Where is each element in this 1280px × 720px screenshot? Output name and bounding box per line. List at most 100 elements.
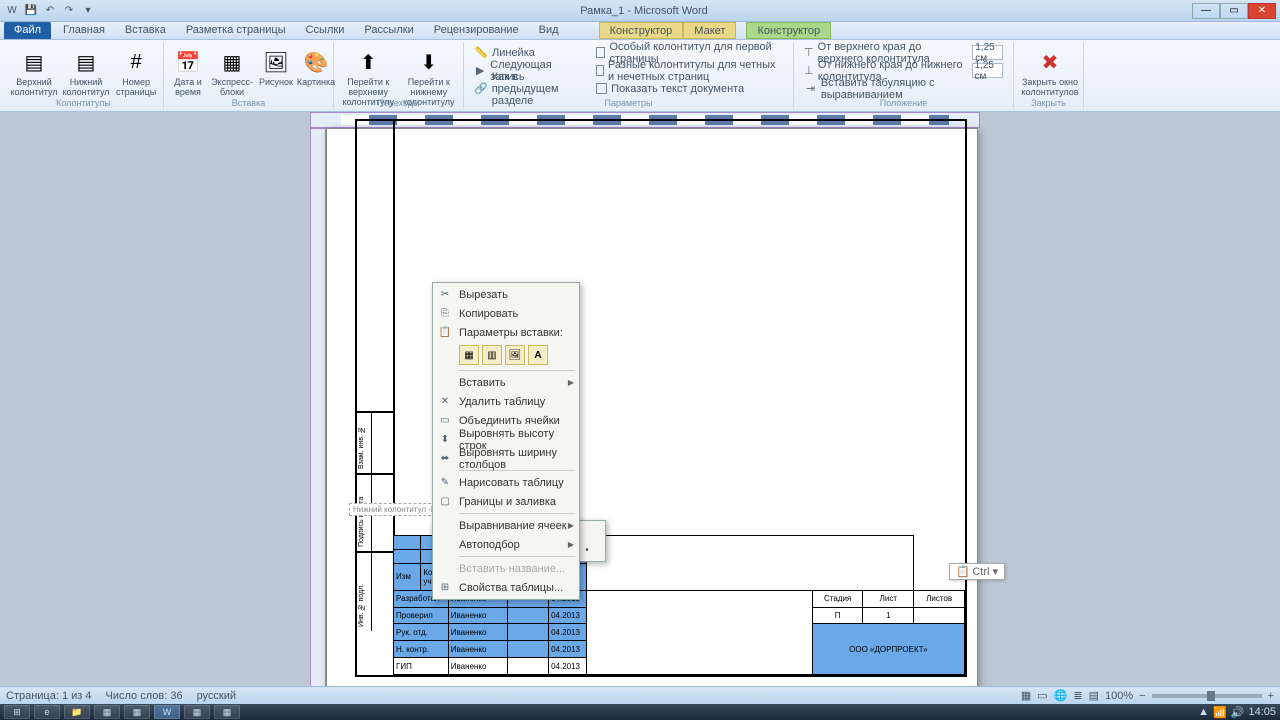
tab-headerfooter-design[interactable]: Конструктор — [746, 22, 831, 39]
oddeven-check[interactable]: Разные колонтитулы для четных и нечетных… — [592, 62, 787, 79]
zoom-slider[interactable] — [1152, 694, 1262, 698]
view-outline-icon[interactable]: ≣ — [1073, 689, 1082, 702]
footer-button[interactable]: ▤Нижний колонтитул — [62, 44, 110, 100]
menu-autofit[interactable]: Автоподбор▶ — [433, 535, 579, 554]
start-button[interactable]: ⊞ — [4, 705, 30, 719]
margin-top-icon: ⊤ — [804, 46, 814, 60]
group-label: Параметры — [464, 98, 793, 108]
quickparts-button[interactable]: ▦Экспресс-блоки — [210, 44, 254, 100]
status-page[interactable]: Страница: 1 из 4 — [6, 690, 92, 702]
menu-copy[interactable]: ⎘Копировать — [433, 304, 579, 323]
tray-vol-icon[interactable]: 🔊 — [1231, 706, 1245, 719]
bullets-icon[interactable]: • — [579, 542, 595, 558]
checkbox-icon — [596, 47, 605, 58]
task-explorer[interactable]: 📁 — [64, 705, 90, 719]
menu-table-props[interactable]: ⊞Свойства таблицы... — [433, 578, 579, 597]
tab-references[interactable]: Ссылки — [296, 22, 355, 39]
tab-table-design[interactable]: Конструктор — [599, 22, 684, 39]
view-draft-icon[interactable]: ▤ — [1089, 689, 1099, 702]
status-bar: Страница: 1 из 4 Число слов: 36 русский … — [0, 686, 1280, 704]
datetime-button[interactable]: 📅Дата и время — [170, 44, 206, 100]
ribbon-group-insert: 📅Дата и время ▦Экспресс-блоки 🖼Рисунок 🎨… — [164, 42, 334, 109]
task-ie[interactable]: e — [34, 705, 60, 719]
up-icon: ⬆ — [352, 46, 384, 78]
menu-paste-options: 📋Параметры вставки: — [433, 323, 579, 342]
menu-delete-table[interactable]: ✕Удалить таблицу — [433, 392, 579, 411]
next-icon: ▶ — [474, 64, 486, 78]
paste-icon: 📋 — [438, 326, 452, 340]
tab-file[interactable]: Файл — [4, 22, 51, 39]
tab-layout[interactable]: Разметка страницы — [176, 22, 296, 39]
showdoc-check[interactable]: Показать текст документа — [592, 80, 787, 97]
save-icon[interactable]: 💾 — [23, 3, 39, 19]
picture-button[interactable]: 🖼Рисунок — [258, 44, 294, 90]
paste-keep-formatting[interactable]: ▦ — [459, 345, 479, 365]
undo-icon[interactable]: ↶ — [42, 3, 58, 19]
title-bar: W 💾 ↶ ↷ ▾ Рамка_1 - Microsoft Word — ▭ ✕ — [0, 0, 1280, 22]
status-words[interactable]: Число слов: 36 — [106, 690, 183, 702]
linkprev-button[interactable]: 🔗Как в предыдущем разделе — [470, 80, 580, 97]
word-icon: W — [4, 3, 20, 19]
vertical-ruler[interactable] — [310, 128, 326, 688]
aligntab-button[interactable]: ⇥Вставить табуляцию с выравниванием — [800, 80, 1007, 97]
header-offset-value[interactable]: 1,25 см — [972, 45, 1003, 60]
menu-draw-table[interactable]: ✎Нарисовать таблицу — [433, 473, 579, 492]
pagenum-button[interactable]: #Номер страницы — [114, 44, 158, 100]
paste-text-only[interactable]: A — [528, 345, 548, 365]
tray-clock[interactable]: 14:05 — [1248, 706, 1276, 718]
tab-mailings[interactable]: Рассылки — [354, 22, 423, 39]
qat-more-icon[interactable]: ▾ — [80, 3, 96, 19]
task-app4[interactable]: ▦ — [214, 705, 240, 719]
document-title: Рамка_1 - Microsoft Word — [96, 5, 1192, 17]
zoom-out-icon[interactable]: − — [1139, 690, 1145, 702]
tray-net-icon[interactable]: 📶 — [1213, 706, 1227, 719]
side-column: Взам. инв. № Подпись и дата Инв. № подл. — [357, 411, 393, 675]
tab-icon: ⇥ — [804, 82, 817, 96]
ribbon-group-options: 📏Линейка ▶Следующая запись 🔗Как в предыд… — [464, 42, 794, 109]
view-fullscreen-icon[interactable]: ▭ — [1037, 689, 1047, 702]
status-lang[interactable]: русский — [197, 690, 236, 702]
minimize-button[interactable]: — — [1192, 3, 1220, 19]
paste-smarttag[interactable]: 📋 Ctrl ▾ — [949, 563, 1005, 580]
task-word[interactable]: W — [154, 705, 180, 719]
link-icon: 🔗 — [474, 82, 488, 96]
tab-review[interactable]: Рецензирование — [424, 22, 529, 39]
menu-borders[interactable]: ▢Границы и заливка — [433, 492, 579, 511]
scissors-icon: ✂ — [438, 288, 452, 302]
close-button[interactable]: ✕ — [1248, 3, 1276, 19]
header-button[interactable]: ▤Верхний колонтитул — [10, 44, 58, 100]
maximize-button[interactable]: ▭ — [1220, 3, 1248, 19]
tab-insert[interactable]: Вставка — [115, 22, 176, 39]
picture-icon: 🖼 — [260, 46, 292, 78]
redo-icon[interactable]: ↷ — [61, 3, 77, 19]
paste-merge-formatting[interactable]: ▥ — [482, 345, 502, 365]
clipart-button[interactable]: 🎨Картинка — [298, 44, 334, 90]
zoom-in-icon[interactable]: + — [1268, 690, 1274, 702]
zoom-value[interactable]: 100% — [1105, 690, 1133, 702]
menu-insert[interactable]: Вставить▶ — [433, 373, 579, 392]
menu-caption[interactable]: Вставить название... — [433, 559, 579, 578]
close-headerfooter-button[interactable]: ✖Закрыть окно колонтитулов — [1020, 44, 1080, 100]
ribbon-group-position: ⊤От верхнего края до верхнего колонтитул… — [794, 42, 1014, 109]
tab-home[interactable]: Главная — [53, 22, 115, 39]
tray-icon[interactable]: ▲ — [1198, 706, 1209, 718]
paste-picture[interactable]: 🖼 — [505, 345, 525, 365]
side-cell-c: Инв. № подл. — [357, 553, 393, 631]
task-app2[interactable]: ▦ — [124, 705, 150, 719]
menu-col-width[interactable]: ⬌Выровнять ширину столбцов — [433, 449, 579, 468]
menu-cell-align[interactable]: Выравнивание ячеек▶ — [433, 516, 579, 535]
tab-view[interactable]: Вид — [529, 22, 569, 39]
view-printlayout-icon[interactable]: ▦ — [1021, 689, 1031, 702]
system-tray[interactable]: ▲ 📶 🔊 14:05 — [1198, 706, 1276, 719]
page[interactable]: Взам. инв. № Подпись и дата Инв. № подл.… — [326, 128, 978, 688]
view-web-icon[interactable]: 🌐 — [1054, 689, 1068, 702]
document-canvas[interactable]: Взам. инв. № Подпись и дата Инв. № подл.… — [0, 112, 1280, 690]
task-app1[interactable]: ▦ — [94, 705, 120, 719]
paste-options-row: ▦ ▥ 🖼 A — [433, 342, 579, 368]
menu-cut[interactable]: ✂Вырезать — [433, 285, 579, 304]
ribbon-group-close: ✖Закрыть окно колонтитулов Закрыть — [1014, 42, 1084, 109]
col-width-icon: ⬌ — [438, 452, 452, 466]
down-icon: ⬇ — [413, 46, 445, 78]
tab-table-layout[interactable]: Макет — [683, 22, 736, 39]
task-app3[interactable]: ▦ — [184, 705, 210, 719]
